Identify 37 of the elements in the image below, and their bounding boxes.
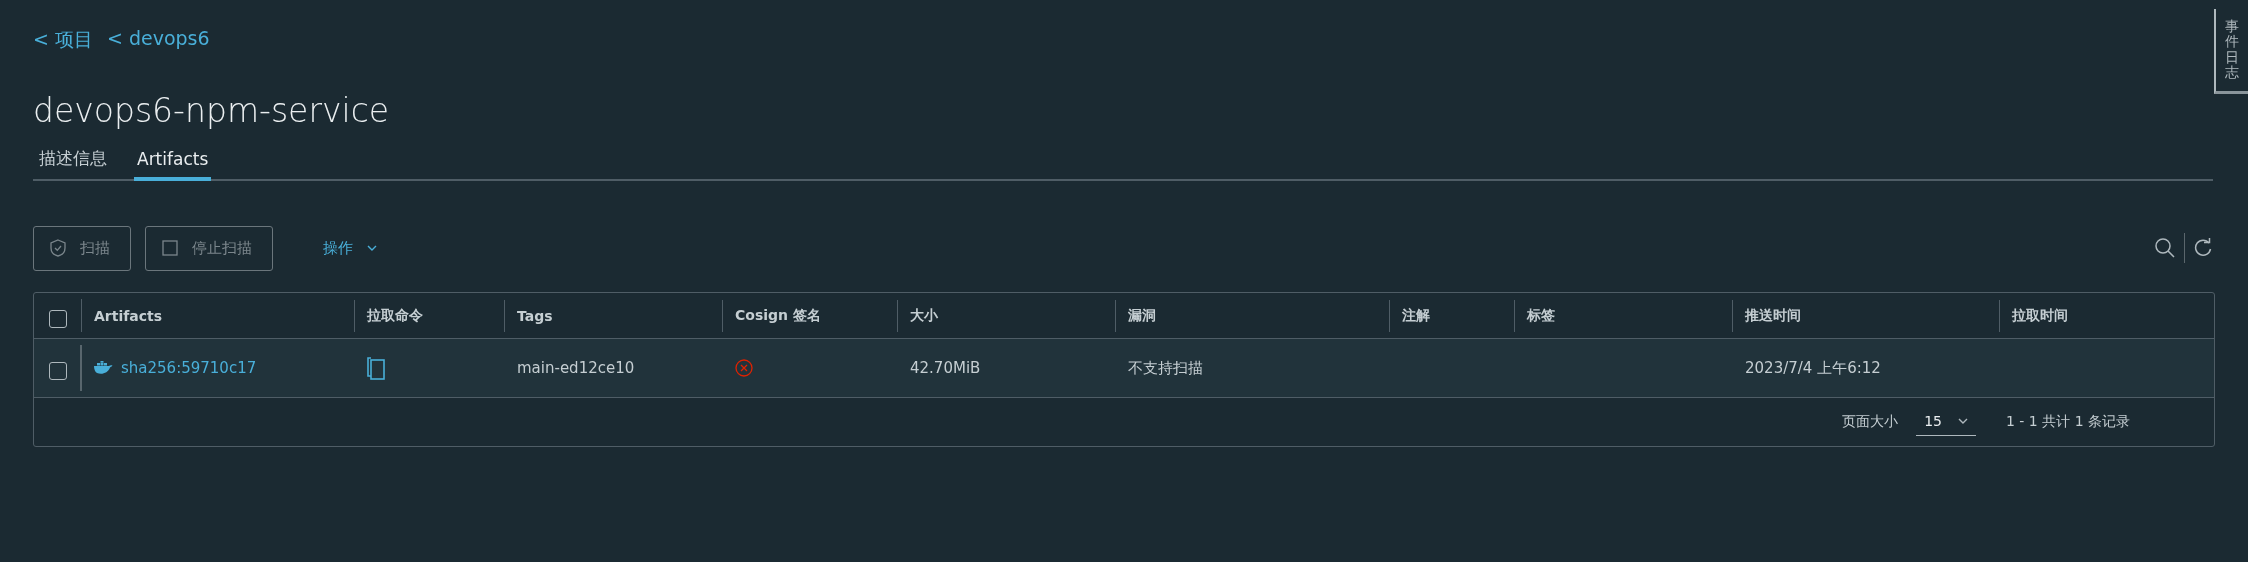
column-header: 标签 xyxy=(1527,307,1555,325)
page-size-select[interactable]: 15 xyxy=(1916,408,1976,436)
square-icon xyxy=(162,240,178,256)
page-size-label: 页面大小 xyxy=(1842,413,1899,431)
size-text: 42.70MiB xyxy=(910,359,981,377)
page-title: devops6-npm-service xyxy=(33,91,391,131)
scan-button[interactable]: 扫描 xyxy=(33,225,131,271)
pagination-summary: 1 - 1 共计 1 条记录 xyxy=(2005,413,2130,431)
column-header: Cosign 签名 xyxy=(735,307,821,325)
breadcrumb-link[interactable]: < devops6 xyxy=(106,27,210,53)
chevron-down-icon xyxy=(1957,417,1968,424)
shield-icon xyxy=(50,239,66,257)
column-header: 拉取命令 xyxy=(367,307,423,325)
column-header: Artifacts xyxy=(94,308,163,324)
copy-icon[interactable] xyxy=(367,356,385,380)
column-header: 推送时间 xyxy=(1745,307,1801,325)
column-header: 大小 xyxy=(910,307,938,325)
stop-scan-button[interactable]: 停止扫描 xyxy=(145,225,273,271)
vulnerability-text: 不支持扫描 xyxy=(1128,358,1203,378)
tab[interactable]: 描述信息 xyxy=(36,143,110,181)
search-icon[interactable] xyxy=(2154,237,2176,259)
row-checkbox[interactable] xyxy=(49,362,67,380)
select-all-checkbox[interactable] xyxy=(49,309,67,328)
tag-text: main-ed12ce10 xyxy=(517,359,635,377)
whale-icon xyxy=(94,361,113,375)
column-header: 漏洞 xyxy=(1128,307,1156,325)
chevron-down-icon xyxy=(367,245,377,251)
push-time-text: 2023/7/4 上午6:12 xyxy=(1745,358,1881,378)
column-header: 注解 xyxy=(1402,307,1430,325)
actions-dropdown[interactable]: 操作 xyxy=(317,237,383,259)
artifact-link[interactable]: sha256:59710c17 xyxy=(121,359,257,377)
column-header: 拉取时间 xyxy=(2012,307,2068,325)
event-log-tab[interactable]: 事件日志 xyxy=(2214,9,2248,94)
breadcrumb-link[interactable]: < 项目 xyxy=(33,27,93,53)
column-header: Tags xyxy=(517,308,553,324)
refresh-icon[interactable] xyxy=(2193,238,2213,258)
tab[interactable]: Artifacts xyxy=(134,143,212,181)
